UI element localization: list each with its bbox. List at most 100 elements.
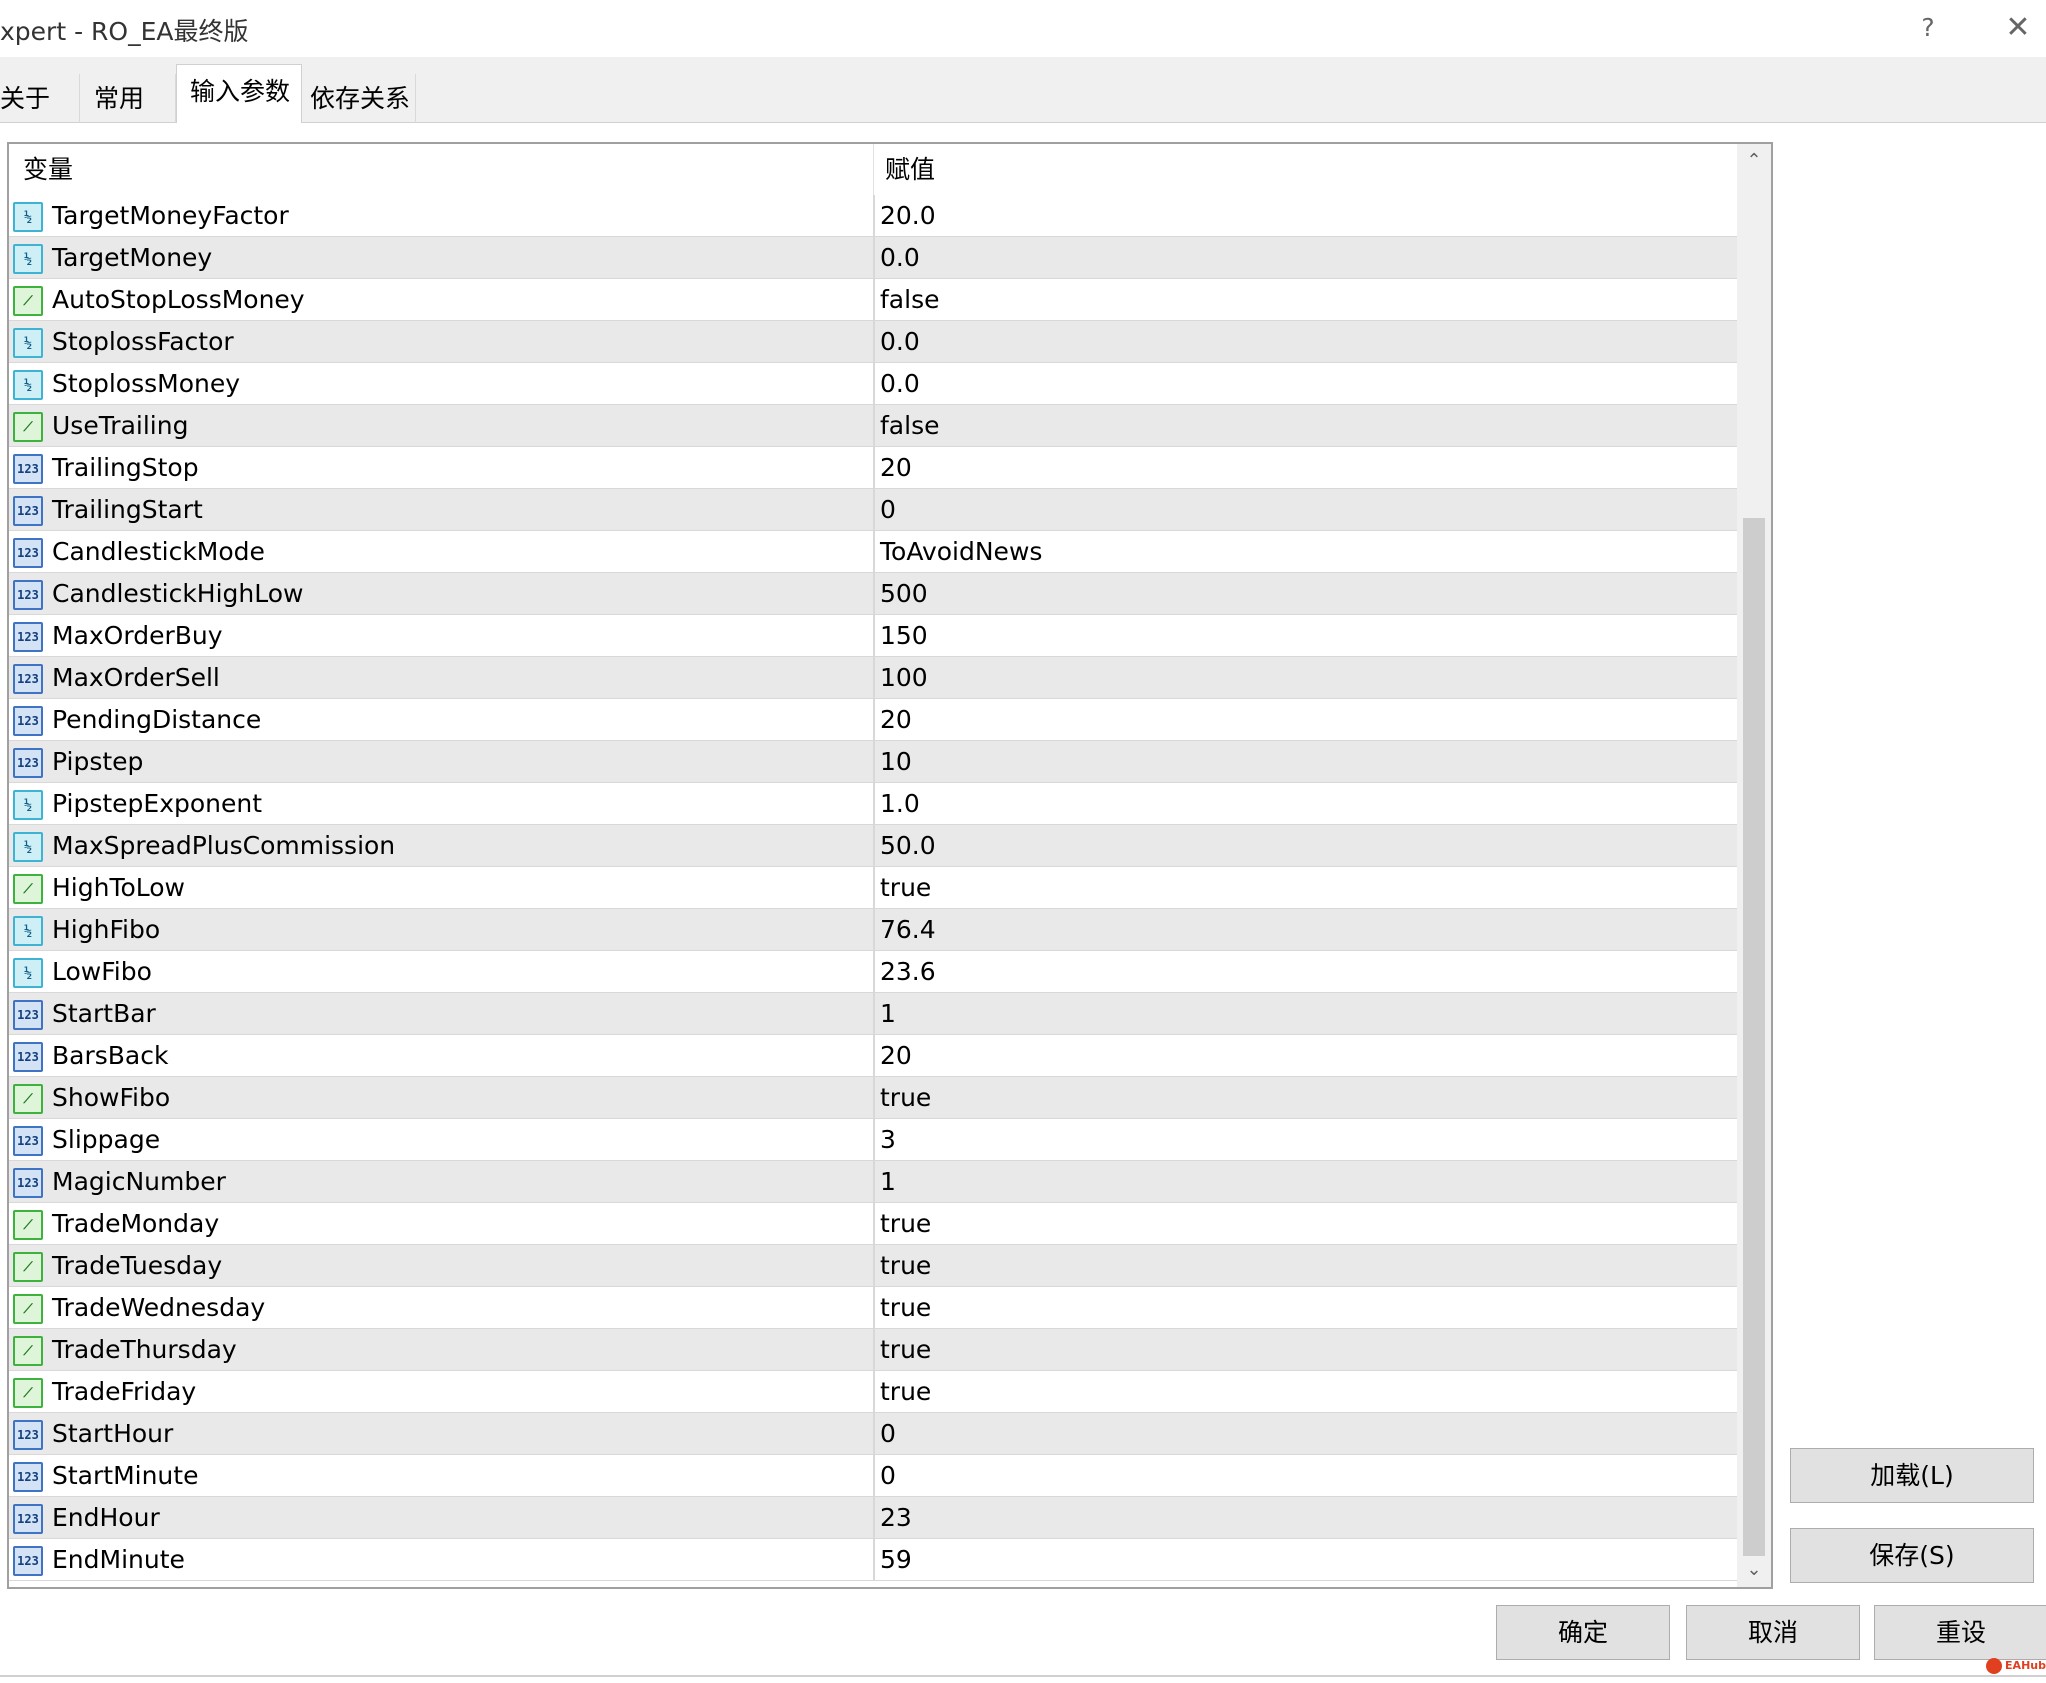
parameter-value[interactable]: 500 <box>880 573 928 615</box>
table-row[interactable]: 123 Pipstep 10 <box>9 741 1737 783</box>
table-row[interactable]: ⟋ TradeMonday true <box>9 1203 1737 1245</box>
parameter-name: TradeFriday <box>52 1377 197 1406</box>
column-divider <box>873 1539 875 1581</box>
table-row[interactable]: 123 PendingDistance 20 <box>9 699 1737 741</box>
parameter-value[interactable]: 20 <box>880 1035 912 1077</box>
parameter-value[interactable]: 0.0 <box>880 363 920 405</box>
table-row[interactable]: 123 TrailingStart 0 <box>9 489 1737 531</box>
table-row[interactable]: ½ HighFibo 76.4 <box>9 909 1737 951</box>
table-row[interactable]: ⟋ TradeTuesday true <box>9 1245 1737 1287</box>
parameter-value[interactable]: 150 <box>880 615 928 657</box>
table-row[interactable]: ⟋ TradeThursday true <box>9 1329 1737 1371</box>
bool-type-icon: ⟋ <box>13 1336 43 1366</box>
parameter-name: MaxOrderBuy <box>52 621 223 650</box>
table-row[interactable]: ½ PipstepExponent 1.0 <box>9 783 1737 825</box>
scroll-up-arrow-icon[interactable]: ⌃ <box>1737 144 1771 178</box>
parameter-value[interactable]: 0 <box>880 489 896 531</box>
close-button[interactable]: ✕ <box>1998 8 2038 48</box>
table-row[interactable]: 123 StartHour 0 <box>9 1413 1737 1455</box>
column-divider <box>873 993 875 1035</box>
table-row[interactable]: 123 StartBar 1 <box>9 993 1737 1035</box>
parameter-name: CandlestickMode <box>52 537 265 566</box>
ok-button[interactable]: 确定 <box>1496 1605 1670 1660</box>
parameter-value[interactable]: 0 <box>880 1413 896 1455</box>
parameter-value[interactable]: 23 <box>880 1497 912 1539</box>
parameter-value[interactable]: true <box>880 867 931 909</box>
table-row[interactable]: ½ StoplossFactor 0.0 <box>9 321 1737 363</box>
parameter-value[interactable]: true <box>880 1203 931 1245</box>
vertical-scrollbar[interactable]: ⌃ ⌄ <box>1737 144 1771 1587</box>
table-row[interactable]: 123 Slippage 3 <box>9 1119 1737 1161</box>
save-button[interactable]: 保存(S) <box>1790 1528 2034 1583</box>
table-row[interactable]: 123 CandlestickMode ToAvoidNews <box>9 531 1737 573</box>
tab-about[interactable]: 关于 <box>0 74 80 123</box>
scrollbar-thumb[interactable] <box>1743 518 1765 1556</box>
parameter-value[interactable]: ToAvoidNews <box>880 531 1042 573</box>
tab-dependencies[interactable]: 依存关系 <box>302 74 416 123</box>
table-row[interactable]: 123 MagicNumber 1 <box>9 1161 1737 1203</box>
scroll-down-arrow-icon[interactable]: ⌄ <box>1737 1553 1771 1587</box>
parameter-value[interactable]: 59 <box>880 1539 912 1581</box>
tab-common[interactable]: 常用 <box>80 74 176 123</box>
title-bar: xpert - RO_EA最终版 ? ✕ <box>0 0 2046 57</box>
table-row[interactable]: ½ MaxSpreadPlusCommission 50.0 <box>9 825 1737 867</box>
table-row[interactable]: ½ StoplossMoney 0.0 <box>9 363 1737 405</box>
parameter-value[interactable]: 20.0 <box>880 195 936 237</box>
parameter-value[interactable]: 76.4 <box>880 909 936 951</box>
tab-inputs[interactable]: 输入参数 <box>176 64 302 124</box>
column-header-variable[interactable]: 变量 <box>23 144 73 195</box>
watermark-text: EAHub <box>2005 1659 2046 1672</box>
parameter-value[interactable]: true <box>880 1077 931 1119</box>
table-row[interactable]: 123 MaxOrderBuy 150 <box>9 615 1737 657</box>
parameter-value[interactable]: 20 <box>880 447 912 489</box>
parameter-value[interactable]: 100 <box>880 657 928 699</box>
parameter-list[interactable]: 变量 赋值 ½ TargetMoneyFactor 20.0 ½ TargetMoney… <box>7 142 1773 1589</box>
bool-type-icon: ⟋ <box>13 1294 43 1324</box>
load-button[interactable]: 加载(L) <box>1790 1448 2034 1503</box>
parameter-value[interactable]: true <box>880 1245 931 1287</box>
table-row[interactable]: ⟋ AutoStopLossMoney false <box>9 279 1737 321</box>
parameter-value[interactable]: 23.6 <box>880 951 936 993</box>
parameter-value[interactable]: true <box>880 1329 931 1371</box>
table-row[interactable]: ½ LowFibo 23.6 <box>9 951 1737 993</box>
help-button[interactable]: ? <box>1908 8 1948 48</box>
parameter-value[interactable]: 50.0 <box>880 825 936 867</box>
table-row[interactable]: ⟋ TradeWednesday true <box>9 1287 1737 1329</box>
parameter-value[interactable]: 1.0 <box>880 783 920 825</box>
table-row[interactable]: ⟋ TradeFriday true <box>9 1371 1737 1413</box>
int-type-icon: 123 <box>13 748 43 778</box>
table-row[interactable]: 123 EndMinute 59 <box>9 1539 1737 1581</box>
table-row[interactable]: 123 StartMinute 0 <box>9 1455 1737 1497</box>
column-header-value[interactable]: 赋值 <box>885 144 935 195</box>
table-row[interactable]: ½ TargetMoney 0.0 <box>9 237 1737 279</box>
parameter-value[interactable]: true <box>880 1371 931 1413</box>
table-row[interactable]: ⟋ HighToLow true <box>9 867 1737 909</box>
header-divider[interactable] <box>873 144 874 195</box>
table-row[interactable]: 123 TrailingStop 20 <box>9 447 1737 489</box>
reset-button[interactable]: 重设 <box>1874 1605 2046 1660</box>
table-row[interactable]: ½ TargetMoneyFactor 20.0 <box>9 195 1737 237</box>
column-divider <box>873 867 875 909</box>
parameter-value[interactable]: false <box>880 279 939 321</box>
parameter-value[interactable]: 0 <box>880 1455 896 1497</box>
parameter-value[interactable]: 0.0 <box>880 237 920 279</box>
table-row[interactable]: 123 MaxOrderSell 100 <box>9 657 1737 699</box>
cancel-button[interactable]: 取消 <box>1686 1605 1860 1660</box>
parameter-value[interactable]: 3 <box>880 1119 896 1161</box>
column-divider <box>873 825 875 867</box>
table-row[interactable]: ⟋ ShowFibo true <box>9 1077 1737 1119</box>
parameter-value[interactable]: 1 <box>880 1161 896 1203</box>
parameter-name: ShowFibo <box>52 1083 171 1112</box>
parameter-value[interactable]: 20 <box>880 699 912 741</box>
parameter-value[interactable]: 1 <box>880 993 896 1035</box>
table-row[interactable]: ⟋ UseTrailing false <box>9 405 1737 447</box>
window-title: xpert - RO_EA最终版 <box>0 17 249 46</box>
parameter-name: MaxSpreadPlusCommission <box>52 831 396 860</box>
table-row[interactable]: 123 BarsBack 20 <box>9 1035 1737 1077</box>
table-row[interactable]: 123 EndHour 23 <box>9 1497 1737 1539</box>
parameter-value[interactable]: false <box>880 405 939 447</box>
parameter-value[interactable]: true <box>880 1287 931 1329</box>
parameter-value[interactable]: 0.0 <box>880 321 920 363</box>
table-row[interactable]: 123 CandlestickHighLow 500 <box>9 573 1737 615</box>
parameter-value[interactable]: 10 <box>880 741 912 783</box>
